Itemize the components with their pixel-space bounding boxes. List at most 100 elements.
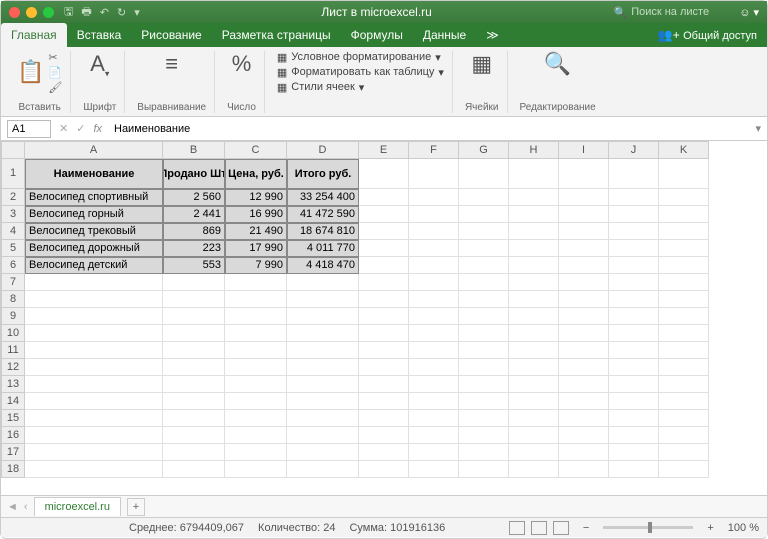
cell[interactable] (287, 461, 359, 478)
fx-icon[interactable]: fx (93, 123, 102, 135)
column-header[interactable]: F (409, 141, 459, 159)
cell[interactable] (409, 223, 459, 240)
cell[interactable] (359, 240, 409, 257)
cell[interactable] (459, 461, 509, 478)
cell[interactable] (287, 325, 359, 342)
sheet-nav-first-icon[interactable]: ◄ (7, 501, 18, 513)
cell[interactable] (409, 444, 459, 461)
redo-icon[interactable]: ↻ (117, 6, 126, 19)
cell[interactable] (25, 325, 163, 342)
cell[interactable] (409, 291, 459, 308)
confirm-icon[interactable]: ✓ (76, 122, 85, 135)
cell[interactable] (287, 444, 359, 461)
cell[interactable] (163, 410, 225, 427)
spreadsheet-grid[interactable]: ABCDEFGHIJK 1НаименованиеПродано Шт.Цена… (1, 141, 767, 495)
undo-icon[interactable]: ↶ (100, 6, 109, 19)
cell[interactable] (459, 206, 509, 223)
cell[interactable] (509, 342, 559, 359)
row-header[interactable]: 17 (1, 444, 25, 461)
cell[interactable] (359, 444, 409, 461)
cell[interactable]: Велосипед трековый (25, 223, 163, 240)
cell[interactable]: 7 990 (225, 257, 287, 274)
cell[interactable] (659, 359, 709, 376)
cell[interactable] (225, 342, 287, 359)
formula-input[interactable]: Наименование (110, 121, 747, 137)
cell[interactable] (659, 444, 709, 461)
cell[interactable]: 553 (163, 257, 225, 274)
cell[interactable] (609, 223, 659, 240)
cell[interactable] (225, 308, 287, 325)
cell[interactable] (359, 274, 409, 291)
cell[interactable] (609, 359, 659, 376)
cell[interactable] (659, 393, 709, 410)
row-header[interactable]: 18 (1, 461, 25, 478)
row-header[interactable]: 7 (1, 274, 25, 291)
zoom-in-button[interactable]: + (707, 522, 713, 534)
cell[interactable] (359, 393, 409, 410)
cell[interactable] (163, 444, 225, 461)
cell[interactable]: 4 418 470 (287, 257, 359, 274)
cell[interactable] (163, 274, 225, 291)
column-header[interactable]: E (359, 141, 409, 159)
cell[interactable] (659, 291, 709, 308)
cell[interactable] (359, 427, 409, 444)
copy-icon[interactable]: 📄 (48, 66, 62, 79)
cell[interactable] (359, 325, 409, 342)
cell[interactable]: 41 472 590 (287, 206, 359, 223)
row-header[interactable]: 1 (1, 159, 25, 189)
percent-icon[interactable]: % (232, 51, 252, 77)
save-icon[interactable]: 🖫 (64, 3, 73, 22)
minimize-icon[interactable] (26, 7, 37, 18)
cell[interactable] (287, 308, 359, 325)
cell[interactable] (459, 444, 509, 461)
cell[interactable] (559, 410, 609, 427)
cell[interactable] (509, 257, 559, 274)
cell[interactable]: 12 990 (225, 189, 287, 206)
cell[interactable]: Велосипед спортивный (25, 189, 163, 206)
sheet-nav-prev-icon[interactable]: ‹ (24, 501, 28, 513)
cell[interactable] (459, 427, 509, 444)
cell[interactable] (509, 189, 559, 206)
cell[interactable] (287, 274, 359, 291)
expand-formula-icon[interactable]: ▾ (755, 122, 761, 135)
cell[interactable] (559, 461, 609, 478)
cell[interactable] (609, 308, 659, 325)
cell[interactable] (409, 240, 459, 257)
cell[interactable]: Наименование (25, 159, 163, 189)
row-header[interactable]: 2 (1, 189, 25, 206)
cell[interactable] (409, 359, 459, 376)
cells-icon[interactable]: ▦ (471, 51, 492, 77)
row-header[interactable]: 11 (1, 342, 25, 359)
cell[interactable] (163, 291, 225, 308)
row-header[interactable]: 9 (1, 308, 25, 325)
cell[interactable] (359, 308, 409, 325)
cell[interactable] (659, 461, 709, 478)
row-header[interactable]: 4 (1, 223, 25, 240)
font-icon[interactable]: A▾ (90, 51, 109, 79)
cell[interactable] (509, 393, 559, 410)
cell[interactable] (559, 427, 609, 444)
print-icon[interactable]: 🖶 (81, 3, 91, 22)
column-header[interactable]: B (163, 141, 225, 159)
cell[interactable] (459, 159, 509, 189)
cell[interactable] (559, 325, 609, 342)
cell[interactable]: 223 (163, 240, 225, 257)
cell[interactable] (509, 376, 559, 393)
cell[interactable] (659, 342, 709, 359)
cell[interactable]: 2 441 (163, 206, 225, 223)
cell[interactable] (163, 461, 225, 478)
zoom-slider[interactable] (603, 526, 693, 529)
cell[interactable] (509, 444, 559, 461)
cell[interactable] (225, 376, 287, 393)
cell[interactable] (25, 427, 163, 444)
cell[interactable]: Итого руб. (287, 159, 359, 189)
cell[interactable] (287, 376, 359, 393)
cell[interactable] (559, 444, 609, 461)
cell[interactable] (225, 461, 287, 478)
cell[interactable] (359, 223, 409, 240)
cell[interactable] (163, 359, 225, 376)
cell[interactable] (359, 159, 409, 189)
cell[interactable] (509, 427, 559, 444)
row-header[interactable]: 14 (1, 393, 25, 410)
cell[interactable]: 17 990 (225, 240, 287, 257)
